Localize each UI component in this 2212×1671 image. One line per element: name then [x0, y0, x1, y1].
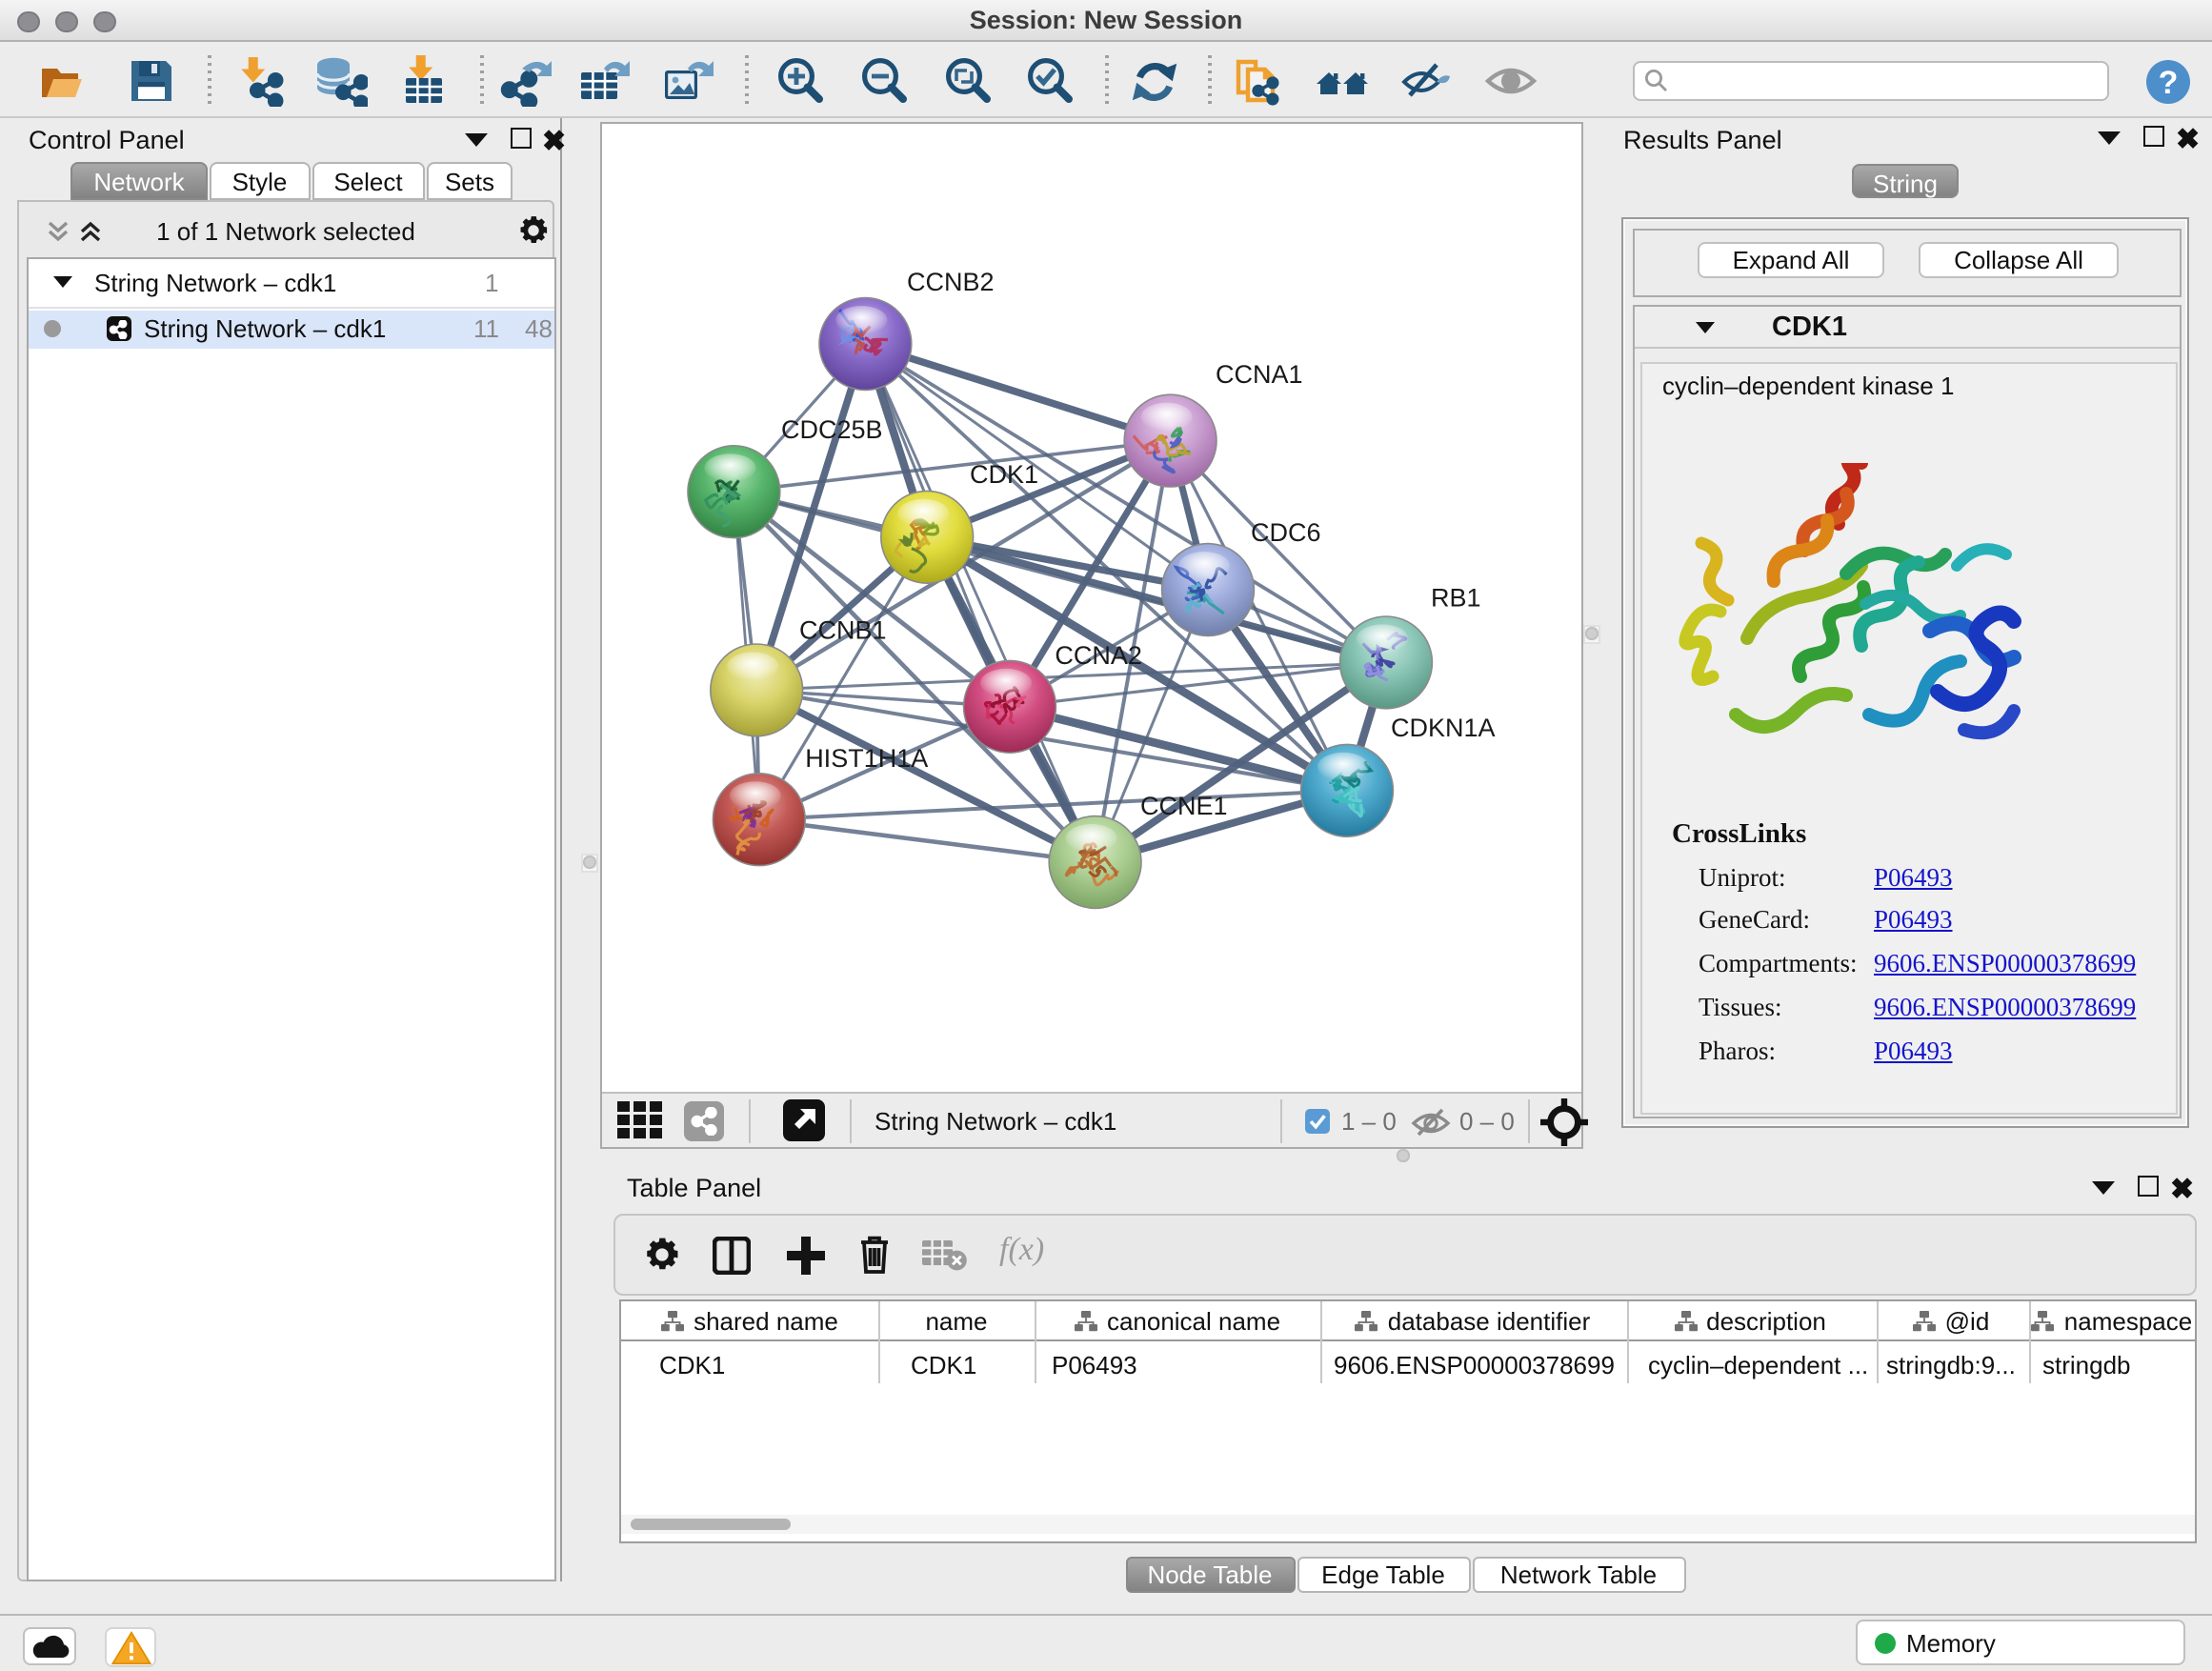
svg-text:CCNB1: CCNB1 — [799, 615, 887, 644]
svg-text:CCNA1: CCNA1 — [1216, 359, 1303, 388]
svg-text:CDK1: CDK1 — [970, 459, 1038, 488]
svg-text:CCNA2: CCNA2 — [1055, 640, 1142, 669]
svg-text:HIST1H1A: HIST1H1A — [805, 743, 928, 772]
svg-text:CDKN1A: CDKN1A — [1391, 713, 1496, 741]
svg-text:CCNB2: CCNB2 — [907, 267, 995, 295]
svg-text:CDC25B: CDC25B — [781, 414, 883, 443]
svg-text:?: ? — [2159, 64, 2179, 100]
svg-text:RB1: RB1 — [1431, 582, 1481, 611]
svg-text:CDC6: CDC6 — [1251, 517, 1321, 546]
svg-text:CCNE1: CCNE1 — [1140, 791, 1228, 819]
